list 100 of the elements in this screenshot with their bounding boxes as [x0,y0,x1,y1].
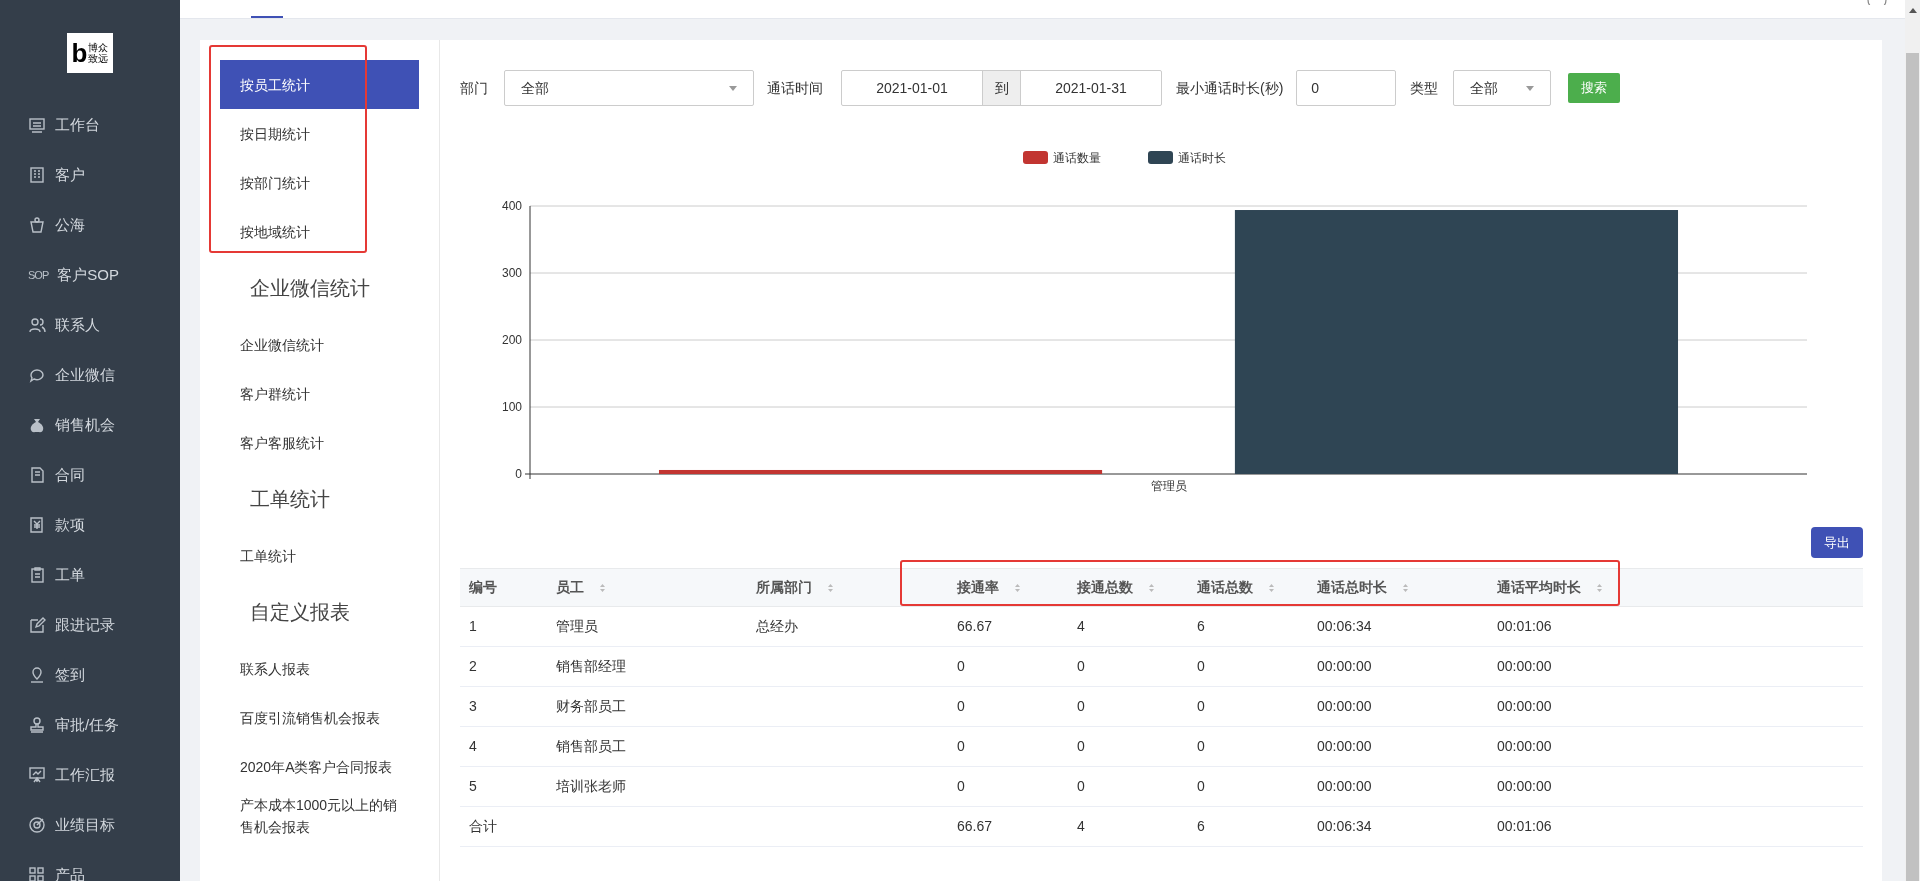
column-header: 编号 [460,568,547,607]
table-cell: 66.67 [957,818,993,834]
table-cell: 00:01:06 [1497,818,1552,834]
table-cell: 0 [1197,778,1205,794]
tick-label: 200 [501,333,522,347]
table-cell: 0 [1197,738,1205,754]
sidebar-item[interactable]: 客户 [0,150,180,200]
sort-icon[interactable] [1015,583,1020,592]
tick-label: 400 [501,199,522,213]
table-cell: 1 [469,618,477,634]
table-cell: 0 [957,778,965,794]
sidebar-item[interactable]: 合同 [0,450,180,500]
sidebar-item[interactable]: 产品 [0,850,180,881]
column-header[interactable]: 接通总数 [1068,568,1188,607]
table-cell: 66.67 [957,618,993,634]
subnav-item[interactable]: 按员工统计 [220,60,419,109]
caret-icon [729,85,737,91]
table-cell: 00:01:06 [1497,618,1552,634]
sidebar-item[interactable]: 业绩目标 [0,800,180,850]
table-cell: 0 [1077,778,1085,794]
stamp-icon [28,716,46,734]
sidebar-item[interactable]: 工作台 [0,100,180,150]
table-cell: 0 [1077,658,1085,674]
sidebar-item[interactable]: 工单 [0,550,180,600]
table-cell: 销售部经理 [556,658,626,674]
sidebar-item[interactable]: 审批/任务 [0,700,180,750]
select-field[interactable]: 全部 [504,70,754,106]
sidebar-item[interactable]: 联系人 [0,300,180,350]
sort-icon[interactable] [828,583,833,592]
sort-icon[interactable] [1597,583,1602,592]
column-header[interactable]: 通话总时长 [1308,568,1488,607]
subnav-item[interactable]: 工单统计 [220,531,419,580]
table-cell: 0 [1077,698,1085,714]
table-cell: 4 [1077,818,1085,834]
subnav-item[interactable]: 联系人报表 [220,644,419,693]
table-cell: 培训张老师 [556,778,626,794]
scrollbar[interactable] [1905,0,1920,881]
table-cell: 2 [469,658,477,674]
subnav-item[interactable]: 按部门统计 [220,158,419,207]
monitor-icon [28,116,46,134]
subnav-item[interactable]: 按日期统计 [220,109,419,158]
sidebar-item[interactable]: SOP 客户SOP [0,250,180,300]
target-icon [28,816,46,834]
sort-icon[interactable] [1149,583,1154,592]
sidebar-item[interactable]: 工作汇报 [0,750,180,800]
column-header[interactable]: 接通率 [948,568,1068,607]
presentation-icon [28,766,46,784]
table-cell: 00:00:00 [1317,658,1372,674]
sidebar-item[interactable]: 销售机会 [0,400,180,450]
sort-icon[interactable] [600,583,605,592]
sort-icon[interactable] [1403,583,1408,592]
legend-label: 通话数量 [1053,151,1101,165]
tick-label: 0 [515,467,522,481]
subnav-item[interactable]: 产本成本1000元以上的销售机会报表 [220,791,419,840]
subnav-item[interactable]: 客户客服统计 [220,418,419,467]
table-cell: 0 [957,738,965,754]
export-button[interactable]: 导出 [1811,527,1863,558]
column-header[interactable]: 通话总数 [1188,568,1308,607]
column-header[interactable]: 通话平均时长 [1488,568,1863,607]
input-field[interactable]: 0 [1296,70,1397,106]
tab-indicator[interactable] [251,16,283,18]
basket-icon [28,216,46,234]
users-icon [28,316,46,334]
table-cell: 管理员 [556,618,598,634]
subnav-item[interactable]: 客户群统计 [220,369,419,418]
subnav-item[interactable]: 按地域统计 [220,207,419,256]
subnav-item[interactable]: 企业微信统计 [220,320,419,369]
table-cell: 4 [1077,618,1085,634]
sidebar-item[interactable]: 款项 [0,500,180,550]
column-header[interactable]: 员工 [547,568,747,607]
table-cell: 0 [957,698,965,714]
building-icon [28,166,46,184]
section-heading: 工单统计 [249,487,331,512]
sidebar-item[interactable]: 签到 [0,650,180,700]
logo-text: 博众 [88,42,109,53]
subnav-item[interactable]: 2020年A类客户合同报表 [220,742,419,791]
field-label: 部门 [460,78,488,98]
scroll-up-arrow-icon[interactable] [1908,8,1917,13]
scroll-thumb[interactable] [1906,53,1919,881]
subnav-item[interactable]: 百度引流销售机会报表 [220,693,419,742]
select-field[interactable]: 全部 [1453,70,1552,106]
section-heading: 企业微信统计 [249,276,371,301]
field-label: 最小通话时长(秒) [1176,78,1284,98]
table-cell: 00:00:00 [1497,658,1552,674]
tick-label: 300 [501,266,522,280]
legend-item[interactable]: 通话数量 [1023,151,1101,165]
field-label: 通话时间 [767,78,823,98]
sidebar-item[interactable]: 企业微信 [0,350,180,400]
column-header[interactable]: 所属部门 [747,568,948,607]
document-icon [28,466,46,484]
sort-icon[interactable] [1269,583,1274,592]
sidebar-item[interactable]: 公海 [0,200,180,250]
legend-item[interactable]: 通话时长 [1148,151,1226,165]
grid-icon [28,866,46,881]
logo-text: 致远 [88,53,109,64]
location-pin-icon [28,666,46,684]
logo-mark: b [71,40,88,66]
chat-icon [28,366,46,384]
table-cell: 销售部员工 [556,738,626,754]
sidebar-item[interactable]: 跟进记录 [0,600,180,650]
